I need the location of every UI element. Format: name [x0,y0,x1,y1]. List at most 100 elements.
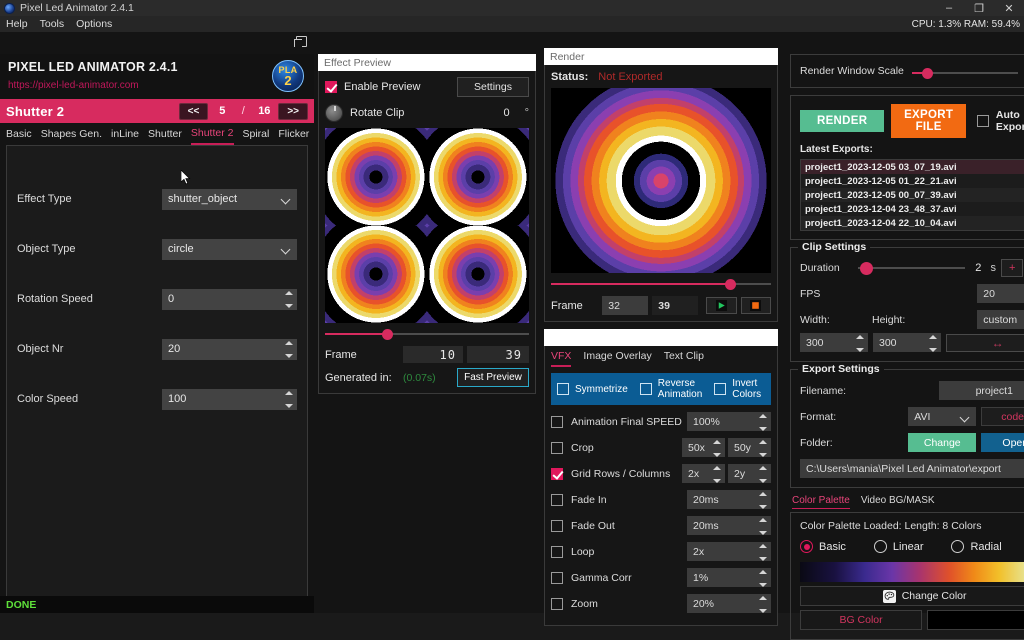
tab-basic[interactable]: Basic [6,125,32,144]
resolution-preset-select[interactable]: custom [977,310,1024,329]
filename-input[interactable]: project1 [939,381,1024,400]
gamma-corr-checkbox[interactable] [551,572,563,584]
list-item[interactable]: project1_2023-12-04 23_48_37.avi [801,202,1024,216]
effect-type-select[interactable] [162,189,297,210]
render-button[interactable]: RENDER [800,110,884,132]
fps-input[interactable]: 20 [977,284,1024,303]
play-button[interactable] [706,297,736,314]
zoom-checkbox[interactable] [551,598,563,610]
tab-image-overlay[interactable]: Image Overlay [583,350,651,367]
loop-value[interactable]: 2x [687,542,771,561]
object-nr-input[interactable] [162,339,297,360]
object-type-select[interactable] [162,239,297,260]
latest-exports-list[interactable]: project1_2023-12-05 03_07_19.avi project… [800,159,1024,231]
animation-final-speed-stepper[interactable] [758,414,767,431]
grid-x-value[interactable]: 2x [682,464,725,483]
menu-item-tools[interactable]: Tools [40,18,65,30]
width-stepper[interactable] [855,335,864,352]
preview-settings-button[interactable]: Settings [457,77,529,97]
restore-window-icon[interactable] [296,36,307,47]
color-speed-input[interactable] [162,389,297,410]
format-select[interactable]: AVI [908,407,976,426]
fade-in-value[interactable]: 20ms [687,490,771,509]
duration-increase-button[interactable]: + [1001,259,1023,277]
bg-color-swatch[interactable] [927,610,1024,630]
reverse-animation-checkbox[interactable] [640,383,652,395]
bg-color-button[interactable]: BG Color [800,610,922,630]
effect-preview-frame-slider[interactable] [325,327,529,341]
change-color-button[interactable]: Change Color [800,586,1024,606]
zoom-value[interactable]: 20% [687,594,771,613]
duration-slider[interactable] [858,261,965,275]
loop-checkbox[interactable] [551,546,563,558]
invert-colors-checkbox[interactable] [714,383,726,395]
width-input[interactable]: 300 [800,333,868,352]
render-preview-image[interactable] [551,88,771,273]
grid-y-value[interactable]: 2y [728,464,771,483]
list-item[interactable]: project1_2023-12-04 22_10_04.avi [801,216,1024,230]
change-folder-button[interactable]: Change [908,433,976,452]
close-button[interactable]: ✕ [994,0,1024,16]
color-speed-stepper[interactable] [284,391,293,408]
minimize-button[interactable]: – [934,0,964,16]
crop-checkbox[interactable] [551,442,563,454]
palette-mode-linear-radio[interactable] [874,540,887,553]
fade-in-checkbox[interactable] [551,494,563,506]
crop-y-stepper[interactable] [758,440,767,457]
fade-out-value[interactable]: 20ms [687,516,771,535]
auto-export-checkbox[interactable] [977,115,989,127]
loop-stepper[interactable] [758,544,767,561]
website-link[interactable]: https://pixel-led-animator.com [8,80,306,91]
fade-out-checkbox[interactable] [551,520,563,532]
palette-mode-basic-radio[interactable] [800,540,813,553]
stop-button[interactable] [741,297,771,314]
tab-spiral[interactable]: Spiral [243,125,270,144]
tab-vfx[interactable]: VFX [551,350,571,367]
maximize-button[interactable]: ❐ [964,0,994,16]
menu-item-help[interactable]: Help [6,18,28,30]
object-nr-stepper[interactable] [284,341,293,358]
list-item[interactable]: project1_2023-12-05 00_07_39.avi [801,188,1024,202]
export-file-button[interactable]: EXPORT FILE [891,104,966,138]
crop-x-value[interactable]: 50x [682,438,725,457]
gamma-corr-stepper[interactable] [758,570,767,587]
list-item[interactable]: project1_2023-12-05 03_07_19.avi [801,160,1024,174]
crop-y-value[interactable]: 50y [728,438,771,457]
tab-shutter-2[interactable]: Shutter 2 [191,124,234,145]
crop-x-stepper[interactable] [712,440,721,457]
tab-video-bg-mask[interactable]: Video BG/MASK [861,495,935,509]
next-effect-button[interactable]: >> [278,103,308,120]
animation-final-speed-checkbox[interactable] [551,416,563,428]
zoom-stepper[interactable] [758,596,767,613]
animation-final-speed-value[interactable]: 100% [687,412,771,431]
fade-out-stepper[interactable] [758,518,767,535]
list-item[interactable]: project1_2023-12-05 01_22_21.avi [801,174,1024,188]
tab-inline[interactable]: inLine [111,125,139,144]
symmetrize-checkbox[interactable] [557,383,569,395]
render-frame-slider[interactable] [551,277,771,291]
codec-button[interactable]: codec [981,407,1024,426]
tab-shutter[interactable]: Shutter [148,125,182,144]
tab-color-palette[interactable]: Color Palette [792,495,850,509]
palette-mode-radial-radio[interactable] [951,540,964,553]
rotation-speed-stepper[interactable] [284,291,293,308]
tab-flicker[interactable]: Flicker [278,125,309,144]
rotate-clip-knob[interactable] [325,104,343,122]
grid-rows-columns-checkbox[interactable] [551,468,563,480]
color-palette-gradient[interactable] [800,562,1024,582]
fade-in-stepper[interactable] [758,492,767,509]
gamma-corr-value[interactable]: 1% [687,568,771,587]
link-dimensions-button[interactable]: ↔ [946,334,1024,352]
render-window-scale-slider[interactable] [912,66,1018,80]
height-input[interactable]: 300 [873,333,941,352]
menu-item-options[interactable]: Options [76,18,112,30]
height-stepper[interactable] [928,335,937,352]
effect-preview-image[interactable] [325,128,529,323]
grid-x-stepper[interactable] [712,466,721,483]
fast-preview-button[interactable]: Fast Preview [457,368,529,387]
prev-effect-button[interactable]: << [179,103,209,120]
enable-preview-checkbox[interactable] [325,81,337,93]
grid-y-stepper[interactable] [758,466,767,483]
rotation-speed-input[interactable] [162,289,297,310]
tab-shapes-gen[interactable]: Shapes Gen. [41,125,102,144]
